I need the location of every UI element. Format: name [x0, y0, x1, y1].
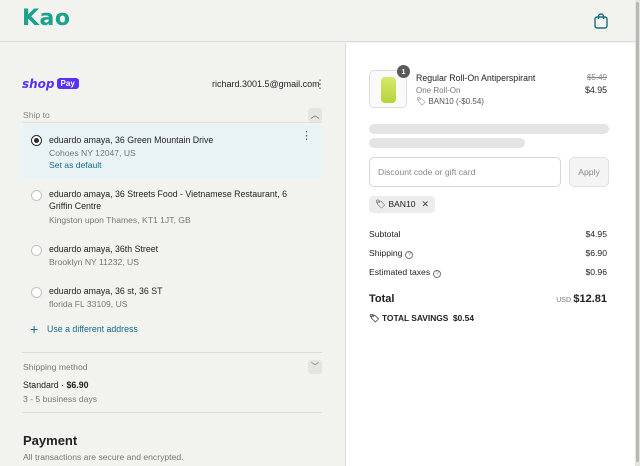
- use-different-address-link[interactable]: Use a different address: [47, 324, 138, 334]
- tag-icon: 🏷: [416, 97, 427, 106]
- shipping-label: Shipping?: [369, 248, 414, 259]
- tag-icon: 🏷: [375, 199, 386, 209]
- total-currency: USD: [556, 297, 571, 304]
- quantity-badge: 1: [397, 65, 410, 78]
- taxes-value: $0.96: [585, 267, 607, 277]
- info-icon[interactable]: ?: [405, 251, 414, 259]
- address-line2: florida FL 33109, US: [49, 299, 128, 309]
- product-original-price: $5.49: [586, 73, 607, 82]
- loading-placeholder: [369, 138, 525, 148]
- discount-code-input[interactable]: [369, 157, 561, 187]
- address-line2: Brooklyn NY 11232, US: [49, 257, 139, 267]
- payment-title: Payment: [23, 433, 78, 448]
- scrollbar[interactable]: [635, 0, 640, 466]
- subtotal-value: $4.95: [585, 229, 607, 239]
- ship-to-header: Ship to ︿: [22, 107, 322, 123]
- radio-button[interactable]: [31, 287, 42, 298]
- product-bottle: [381, 77, 396, 103]
- product-name: Regular Roll-On Antiperspirant: [416, 73, 536, 83]
- apply-button[interactable]: Apply: [569, 157, 609, 187]
- ship-to-label: Ship to: [23, 110, 50, 120]
- address-option[interactable]: eduardo amaya, 36th Street Brooklyn NY 1…: [22, 241, 322, 273]
- total-label: Total: [369, 293, 395, 305]
- top-bar: Kao: [0, 0, 640, 42]
- address-line2: Kingston upon Thames, KT1 1JT, GB: [49, 215, 191, 225]
- chevron-down-icon[interactable]: ﹀: [308, 360, 322, 374]
- total-value: $12.81: [573, 293, 607, 305]
- address-line1: eduardo amaya, 36 st, 36 ST: [49, 286, 163, 296]
- radio-selected[interactable]: [31, 135, 42, 146]
- more-options-icon[interactable]: ⋮: [301, 129, 312, 142]
- address-line1: eduardo amaya, 36 Green Mountain Drive: [49, 135, 214, 145]
- address-option[interactable]: eduardo amaya, 36 st, 36 ST florida FL 3…: [22, 283, 322, 315]
- subtotal-label: Subtotal: [369, 229, 401, 239]
- address-option[interactable]: eduardo amaya, 36 Streets Food - Vietnam…: [22, 184, 322, 230]
- radio-button[interactable]: [31, 245, 42, 256]
- plus-icon[interactable]: +: [30, 322, 38, 336]
- order-summary: 1 Regular Roll-On Antiperspirant One Rol…: [345, 43, 635, 466]
- loading-placeholder: [369, 124, 609, 134]
- shopping-bag-icon[interactable]: [594, 13, 608, 29]
- remove-discount-icon[interactable]: ✕: [422, 199, 430, 209]
- shipping-value: $6.90: [585, 248, 607, 258]
- shop-pay-logo: shop Pay: [22, 77, 79, 91]
- tag-icon: 🏷: [369, 313, 380, 323]
- address-line1: eduardo amaya, 36th Street: [49, 244, 159, 254]
- shipping-method-label: Shipping method: [23, 362, 88, 372]
- address-option[interactable]: eduardo amaya, 36 Green Mountain Drive C…: [22, 125, 322, 179]
- address-line2: Cohoes NY 12047, US: [49, 148, 136, 158]
- scrollbar-thumb[interactable]: [636, 2, 639, 462]
- account-menu-icon[interactable]: ⋮: [314, 77, 326, 91]
- applied-discount-chip: 🏷 BAN10 ✕: [369, 196, 436, 213]
- total-savings: 🏷 TOTAL SAVINGS $0.54: [369, 313, 474, 323]
- shipping-method-name: Standard · $6.90: [23, 380, 89, 390]
- product-price: $4.95: [584, 85, 607, 95]
- account-email: richard.3001.5@gmail.com: [212, 79, 320, 89]
- product-discount: 🏷 BAN10 (-$0.54): [416, 97, 484, 106]
- info-icon[interactable]: ?: [433, 270, 442, 278]
- divider: [22, 352, 322, 353]
- shipping-method-days: 3 - 5 business days: [23, 394, 98, 404]
- radio-button[interactable]: [31, 190, 42, 201]
- product-variant: One Roll-On: [416, 86, 461, 95]
- address-line1: eduardo amaya, 36 Streets Food - Vietnam…: [49, 189, 287, 211]
- kao-logo[interactable]: Kao: [22, 6, 71, 31]
- taxes-label: Estimated taxes?: [369, 267, 442, 278]
- checkout-form: shop Pay richard.3001.5@gmail.com ⋮ Ship …: [0, 43, 345, 466]
- set-default-link[interactable]: Set as default: [49, 160, 102, 170]
- divider: [22, 412, 322, 413]
- payment-subtitle: All transactions are secure and encrypte…: [23, 452, 184, 462]
- chevron-up-icon[interactable]: ︿: [308, 108, 322, 122]
